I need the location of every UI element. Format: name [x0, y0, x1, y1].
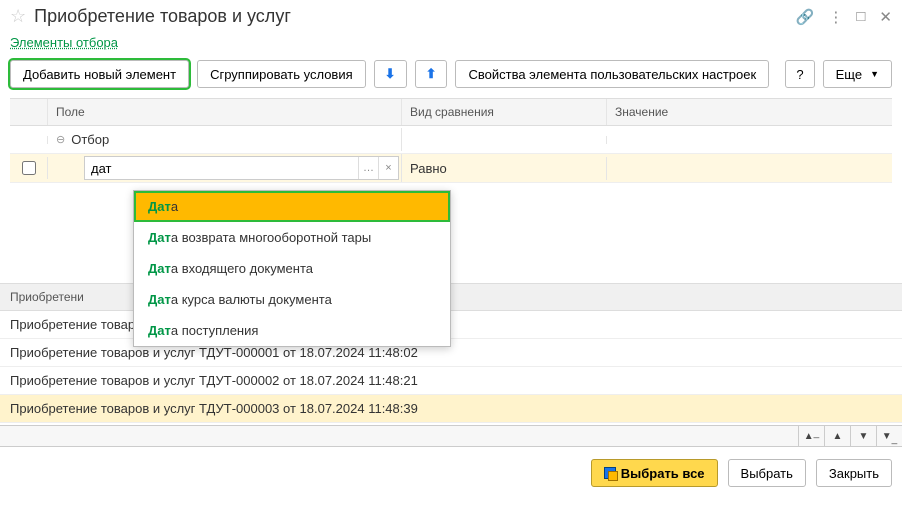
autocomplete-dropdown: Дата Дата возврата многооборотной тары Д… — [133, 190, 451, 347]
close-button[interactable]: Закрыть — [816, 459, 892, 487]
field-clear-button[interactable]: × — [378, 157, 398, 179]
page-title: Приобретение товаров и услуг — [34, 6, 788, 27]
filter-edit-row: … × Равно — [10, 154, 892, 183]
list-item[interactable]: Приобретение товаров и услуг ТДУТ-000002… — [0, 367, 902, 395]
field-select-button[interactable]: … — [358, 157, 378, 179]
toolbar: Добавить новый элемент Сгруппировать усл… — [0, 56, 902, 98]
add-new-element-button[interactable]: Добавить новый элемент — [10, 60, 189, 88]
dropdown-item-receipt-date[interactable]: Дата поступления — [134, 315, 450, 346]
filter-elements-link[interactable]: Элементы отбора — [0, 33, 902, 56]
select-all-icon — [604, 467, 616, 479]
nav-first-button[interactable]: ▲_ — [798, 426, 824, 446]
list-item[interactable]: Приобретение товаров и услуг ТДУТ-000003… — [0, 395, 902, 423]
filter-root-label: Отбор — [71, 132, 109, 147]
nav-bar: ▲_ ▲ ▼ ▼_ — [0, 425, 902, 447]
group-conditions-button[interactable]: Сгруппировать условия — [197, 60, 366, 88]
compare-cell[interactable]: Равно — [402, 157, 607, 180]
filter-row-checkbox[interactable] — [22, 161, 36, 175]
nav-last-button[interactable]: ▼_ — [876, 426, 902, 446]
dropdown-item-return-date[interactable]: Дата возврата многооборотной тары — [134, 222, 450, 253]
header-field: Поле — [48, 99, 402, 125]
dropdown-item-incoming-doc-date[interactable]: Дата входящего документа — [134, 253, 450, 284]
collapse-icon[interactable]: ⊖ — [56, 133, 65, 146]
close-icon[interactable]: ✕ — [879, 8, 892, 26]
value-cell[interactable] — [607, 164, 892, 172]
header-compare: Вид сравнения — [402, 99, 607, 125]
help-button[interactable]: ? — [785, 60, 814, 88]
filter-header-row: Поле Вид сравнения Значение — [10, 98, 892, 126]
footer: Выбрать все Выбрать Закрыть — [0, 447, 902, 499]
move-up-button[interactable]: ⬆ — [415, 60, 448, 88]
maximize-icon[interactable]: □ — [856, 8, 865, 25]
menu-dots-icon[interactable]: ⋮ — [828, 8, 842, 26]
more-button-label: Еще — [836, 67, 862, 82]
move-down-button[interactable]: ⬇ — [374, 60, 407, 88]
chevron-down-icon: ▼ — [870, 69, 879, 79]
header-value: Значение — [607, 99, 892, 125]
arrow-down-icon: ⬇ — [385, 66, 396, 82]
select-button[interactable]: Выбрать — [728, 459, 806, 487]
more-button[interactable]: Еще ▼ — [823, 60, 892, 88]
select-all-button[interactable]: Выбрать все — [591, 459, 718, 487]
nav-up-button[interactable]: ▲ — [824, 426, 850, 446]
custom-settings-properties-button[interactable]: Свойства элемента пользовательских настр… — [455, 60, 769, 88]
filter-root-row[interactable]: ⊖ Отбор — [10, 126, 892, 154]
favorite-star-icon[interactable]: ☆ — [10, 6, 26, 27]
field-input-wrapper: … × — [84, 156, 399, 180]
nav-down-button[interactable]: ▼ — [850, 426, 876, 446]
title-bar: ☆ Приобретение товаров и услуг 🔗 ⋮ □ ✕ — [0, 0, 902, 33]
select-all-label: Выбрать все — [621, 466, 705, 481]
dropdown-item-date[interactable]: Дата — [134, 191, 450, 222]
dropdown-item-currency-rate-date[interactable]: Дата курса валюты документа — [134, 284, 450, 315]
field-input[interactable] — [85, 157, 358, 179]
link-icon[interactable]: 🔗 — [796, 8, 815, 26]
arrow-up-icon: ⬆ — [426, 66, 437, 82]
